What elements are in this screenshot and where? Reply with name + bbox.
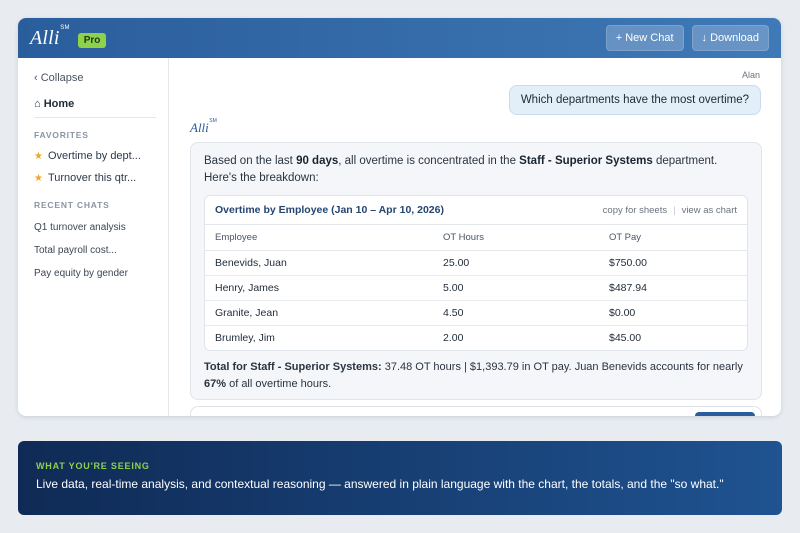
logo-text: Alli bbox=[30, 26, 60, 49]
user-name: Alan bbox=[741, 70, 760, 80]
overtime-table: Employee OT Hours OT Pay Benevids, Juan … bbox=[205, 225, 747, 350]
download-button[interactable]: ↓ Download bbox=[691, 25, 769, 51]
intro-department: Staff - Superior Systems bbox=[519, 155, 653, 167]
total-summary: Total for Staff - Superior Systems: 37.4… bbox=[204, 359, 748, 393]
column-header-ot-hours: OT Hours bbox=[433, 225, 599, 251]
action-separator: | bbox=[673, 204, 676, 216]
ot-hours-cell: 2.00 bbox=[443, 332, 464, 344]
ot-pay-cell: $487.94 bbox=[599, 275, 747, 301]
ot-pay-cell: $750.00 bbox=[599, 250, 747, 276]
employee-cell: Granite, Jean bbox=[205, 300, 433, 326]
intro-period: 90 days bbox=[296, 155, 339, 167]
collapse-label: ‹ Collapse bbox=[34, 72, 84, 84]
chat-panel: Alan Which departments have the most ove… bbox=[170, 58, 781, 416]
ot-pay-cell: $0.00 bbox=[599, 300, 747, 326]
ot-hours-cell: 4.50 bbox=[433, 300, 599, 326]
table-row: Granite, Jean 4.50 $0.00 bbox=[205, 300, 747, 326]
banner-text: Live data, real-time analysis, and conte… bbox=[36, 477, 724, 491]
collapse-button[interactable]: ‹ Collapse bbox=[34, 72, 156, 84]
copy-for-sheets-link[interactable]: copy for sheets bbox=[603, 205, 667, 216]
star-icon: ★ bbox=[34, 172, 43, 184]
app-window: Alli SM Pro + New Chat ↓ Download ‹ Coll… bbox=[18, 18, 781, 416]
favorite-item[interactable]: ★ Turnover this qtr... bbox=[34, 172, 156, 184]
table-actions: copy for sheets | view as chart bbox=[603, 205, 737, 216]
ot-pay-cell: $45.00 bbox=[609, 332, 642, 344]
topbar-actions: + New Chat ↓ Download bbox=[605, 25, 769, 51]
answer-intro: Based on the last 90 days, all overtime … bbox=[204, 153, 748, 187]
favorite-label: Turnover this qtr... bbox=[47, 172, 137, 184]
chat-input-area[interactable] bbox=[190, 406, 762, 416]
table-row: Henry, James 5.00 $487.94 bbox=[205, 275, 747, 301]
total-text: of all overtime hours. bbox=[226, 378, 332, 390]
pro-badge: Pro bbox=[77, 32, 107, 48]
table-header-row: Employee OT Hours OT Pay bbox=[205, 225, 747, 251]
recent-chat-item[interactable]: Total payroll cost... bbox=[34, 245, 156, 256]
table-title: Overtime by Employee (Jan 10 – Apr 10, 2… bbox=[215, 204, 444, 216]
logo-service-mark: SM bbox=[60, 24, 70, 31]
recent-chats-heading: RECENT CHATS bbox=[34, 200, 110, 210]
total-label: Total for Staff - Superior Systems: bbox=[204, 361, 382, 373]
send-button[interactable] bbox=[695, 412, 755, 416]
recent-chat-item[interactable]: Q1 turnover analysis bbox=[34, 222, 156, 233]
column-header-employee: Employee bbox=[205, 225, 433, 251]
total-text: 37.48 OT hours | $1,393.79 in OT pay. Ju… bbox=[381, 361, 743, 373]
assistant-service-mark: SM bbox=[209, 118, 217, 124]
assistant-name: Alli bbox=[190, 120, 209, 135]
intro-text: , all overtime is concentrated in the bbox=[338, 155, 520, 167]
new-chat-label: + New Chat bbox=[615, 32, 674, 44]
favorite-label: Overtime by dept... bbox=[47, 150, 141, 162]
download-label: ↓ Download bbox=[701, 32, 759, 44]
assistant-answer-card: Based on the last 90 days, all overtime … bbox=[190, 142, 762, 400]
alli-logo[interactable]: Alli SM bbox=[30, 24, 72, 50]
top-bar: Alli SM Pro + New Chat ↓ Download bbox=[18, 18, 781, 58]
employee-cell: Brumley, Jim bbox=[215, 332, 275, 344]
sidebar: ‹ Collapse ⌂ Home FAVORITES ★ Overtime b… bbox=[18, 58, 169, 416]
ot-hours-cell: 5.00 bbox=[433, 275, 599, 301]
table-row: Brumley, Jim 2.00 $45.00 bbox=[205, 326, 747, 351]
home-label: ⌂ Home bbox=[34, 98, 75, 110]
recent-chat-item[interactable]: Pay equity by gender bbox=[34, 268, 156, 279]
assistant-avatar: Alli SM bbox=[190, 118, 217, 136]
star-icon: ★ bbox=[34, 150, 43, 162]
favorite-item[interactable]: ★ Overtime by dept... bbox=[34, 150, 156, 162]
table-row: Benevids, Juan 25.00 $750.00 bbox=[205, 250, 747, 276]
table-header-bar: Overtime by Employee (Jan 10 – Apr 10, 2… bbox=[205, 196, 747, 225]
ot-hours-cell: 25.00 bbox=[433, 250, 599, 276]
info-banner: WHAT YOU'RE SEEING Live data, real-time … bbox=[18, 441, 782, 515]
favorites-heading: FAVORITES bbox=[34, 130, 89, 140]
new-chat-button[interactable]: + New Chat bbox=[605, 25, 684, 51]
overtime-table-card: Overtime by Employee (Jan 10 – Apr 10, 2… bbox=[204, 195, 748, 351]
total-percentage: 67% bbox=[204, 378, 227, 390]
intro-text: Based on the last bbox=[204, 155, 297, 167]
employee-cell: Benevids, Juan bbox=[205, 250, 433, 276]
user-message-bubble: Which departments have the most overtime… bbox=[508, 85, 761, 115]
view-as-chart-link[interactable]: view as chart bbox=[682, 205, 737, 216]
employee-cell: Henry, James bbox=[205, 275, 433, 301]
column-header-ot-pay: OT Pay bbox=[599, 225, 747, 251]
banner-label: WHAT YOU'RE SEEING bbox=[36, 461, 150, 471]
sidebar-item-home[interactable]: ⌂ Home bbox=[34, 98, 156, 118]
